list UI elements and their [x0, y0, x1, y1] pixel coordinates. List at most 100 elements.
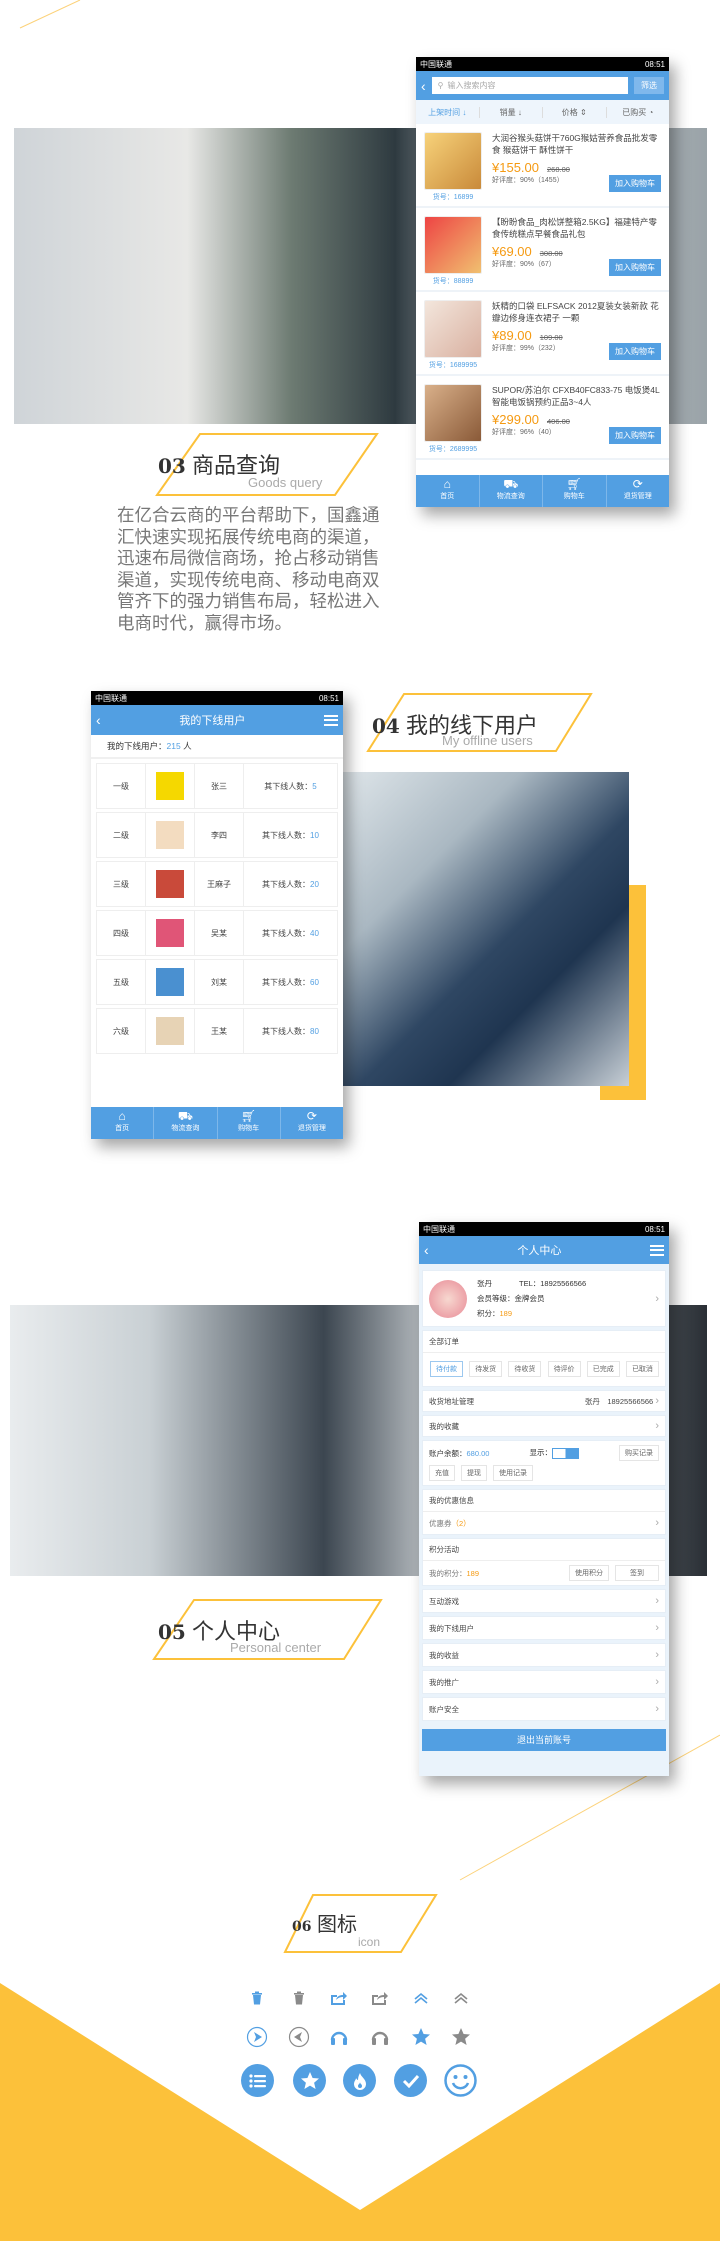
chevron-right-icon: ›: [655, 1649, 659, 1661]
product-title[interactable]: 大润谷猴头菇饼干760G猴姑营养食品批发零食 猴菇饼干 酥性饼干: [492, 132, 661, 156]
downline-count: 5: [312, 781, 317, 791]
product-item[interactable]: 货号：1689995 妖精的口袋 ELFSACK 2012夏装女装新款 花瓣边修…: [416, 292, 669, 376]
downline-label: 其下线人数：: [262, 928, 311, 938]
offline-user-row[interactable]: 一级 张三 其下线人数： 5: [96, 763, 338, 809]
product-item[interactable]: 货号：16899 大润谷猴头菇饼干760G猴姑营养食品批发零食 猴菇饼干 酥性饼…: [416, 124, 669, 208]
use-points-button[interactable]: 使用积分: [569, 1565, 609, 1581]
coupon-row[interactable]: 优惠券（2） ›: [423, 1512, 665, 1534]
product-sku: 货号：88899: [432, 278, 474, 285]
search-icon: ⚲: [437, 81, 444, 90]
sort-sales[interactable]: 销量 ↓: [478, 106, 543, 118]
sort-price[interactable]: 价格 ⇕: [542, 106, 606, 118]
product-item[interactable]: 货号：2689995 SUPOR/苏泊尔 CFXB40FC833-75 电饭煲4…: [416, 376, 669, 460]
menu-icon[interactable]: [323, 714, 338, 726]
product-old-price: 268.00: [547, 165, 570, 174]
product-image: [424, 300, 482, 358]
circle-arrow-right-icon: [242, 2022, 272, 2052]
product-price: ¥89.00: [492, 328, 532, 343]
personal-center-phone: 中国联通 08:51 ‹ 个人中心 张丹 TEL：18925566566 会员等级：金…: [419, 1222, 669, 1776]
product-item[interactable]: 货号：88899 【盼盼食品_肉松饼整箱2.5KG】福建特产零食传统糕点早餐食品…: [416, 208, 669, 292]
nav-home[interactable]: ⌂ 首页: [416, 475, 480, 507]
trash-icon: [284, 1983, 314, 2013]
product-sku: 货号：2689995: [428, 446, 478, 453]
product-title[interactable]: 妖精的口袋 ELFSACK 2012夏装女装新款 花瓣边修身连衣裙子 一颗: [492, 300, 661, 324]
menu-icon[interactable]: [649, 1244, 664, 1256]
product-price: ¥155.00: [492, 160, 539, 175]
back-icon[interactable]: ‹: [424, 1242, 429, 1258]
trash-icon: [242, 1983, 272, 2013]
downline-label: 其下线人数：: [262, 977, 311, 987]
chevron-right-icon: ›: [655, 1292, 659, 1305]
withdraw-button[interactable]: 提现: [461, 1465, 487, 1481]
nav-logistics[interactable]: ⛟ 物流查询: [154, 1107, 218, 1139]
address-row[interactable]: 收货地址管理 张丹 18925566566 ›: [422, 1390, 666, 1412]
offline-user-row[interactable]: 五级 刘某 其下线人数： 60: [96, 959, 338, 1005]
offline-user-row[interactable]: 四级 吴某 其下线人数： 40: [96, 910, 338, 956]
avatar: [156, 821, 184, 849]
star-icon: [446, 2022, 476, 2052]
downline-count: 60: [310, 977, 319, 987]
offline-user-row[interactable]: 六级 王某 其下线人数： 80: [96, 1008, 338, 1054]
show-balance-toggle[interactable]: [551, 1447, 579, 1459]
circle-arrow-left-icon: [284, 2022, 314, 2052]
add-to-cart-button[interactable]: 加入购物车: [609, 343, 661, 360]
nav-returns[interactable]: ⟳ 退货管理: [607, 475, 670, 507]
profile-card[interactable]: 张丹 TEL：18925566566 会员等级：金牌会员 积分：189 ›: [422, 1270, 666, 1327]
usage-record-button[interactable]: 使用记录: [493, 1465, 533, 1481]
menu-row[interactable]: 我的下线用户 ›: [422, 1616, 666, 1640]
truck-icon: ⛟: [177, 1109, 193, 1123]
nav-home[interactable]: ⌂ 首页: [91, 1107, 155, 1139]
downline-label: 其下线人数：: [262, 1026, 311, 1036]
nav-cart[interactable]: 🛒︎ 购物车: [218, 1107, 281, 1139]
purchase-record-button[interactable]: 购买记录: [618, 1445, 659, 1461]
offline-count: 我的下线用户： 215 人: [91, 735, 343, 759]
product-title[interactable]: 【盼盼食品_肉松饼整箱2.5KG】福建特产零食传统糕点早餐食品礼包: [492, 216, 661, 240]
sort-purchased[interactable]: 已购买 ◔: [605, 106, 670, 118]
add-to-cart-button[interactable]: 加入购物车: [609, 427, 661, 444]
product-sku: 货号：1689995: [428, 362, 478, 369]
orders-card: 全部订单 待付款 待发货 待收货 待评价 已完成 已取消: [422, 1330, 666, 1387]
add-to-cart-button[interactable]: 加入购物车: [609, 259, 661, 276]
checkin-button[interactable]: 签到: [615, 1565, 659, 1581]
nav-cart[interactable]: 🛒︎ 购物车: [543, 475, 607, 507]
back-icon[interactable]: ‹: [421, 78, 426, 94]
back-icon[interactable]: ‹: [96, 712, 101, 728]
offline-user-row[interactable]: 二级 李四 其下线人数： 10: [96, 812, 338, 858]
cart-icon: 🛒︎: [241, 1109, 257, 1123]
logout-button[interactable]: 退出当前账号: [422, 1729, 666, 1751]
filter-button[interactable]: 筛选: [634, 77, 664, 94]
search-input[interactable]: ⚲ 输入搜索内容: [431, 77, 628, 94]
recharge-button[interactable]: 充值: [429, 1465, 455, 1481]
order-tab[interactable]: 已完成: [586, 1361, 620, 1377]
favorites-row[interactable]: 我的收藏 ›: [422, 1415, 666, 1437]
product-old-price: 308.00: [539, 249, 563, 258]
menu-row[interactable]: 我的推广 ›: [422, 1670, 666, 1694]
user-level: 六级: [97, 1009, 146, 1053]
menu-row[interactable]: 我的收益 ›: [422, 1643, 666, 1667]
headphones-icon: [365, 2022, 395, 2052]
user-name: 刘某: [195, 960, 244, 1004]
order-tab[interactable]: 待付款: [430, 1361, 463, 1377]
menu-row[interactable]: 互动游戏 ›: [422, 1589, 666, 1613]
order-tab[interactable]: 待发货: [469, 1361, 503, 1377]
downline-label: 其下线人数：: [264, 781, 313, 791]
nav-logistics[interactable]: ⛟ 物流查询: [480, 475, 543, 507]
page-title: 个人中心: [517, 1245, 562, 1257]
product-price: ¥69.00: [492, 244, 532, 259]
star-icon: [293, 2064, 326, 2097]
smiley-icon: [444, 2064, 477, 2097]
section-03-description: 在亿合云商的平台帮助下，国鑫通汇快速实现拓展传统电商的渠道，迅速布局微信商场，抢…: [117, 505, 380, 633]
product-title[interactable]: SUPOR/苏泊尔 CFXB40FC833-75 电饭煲4L智能电饭锅预约正品3…: [492, 384, 661, 408]
refresh-icon: ⟳: [632, 477, 643, 491]
nav-returns[interactable]: ⟳ 退货管理: [281, 1107, 343, 1139]
user-level: 一级: [97, 764, 146, 808]
order-tab[interactable]: 待评价: [547, 1361, 581, 1377]
user-name: 吴某: [195, 911, 244, 955]
product-old-price: 406.00: [547, 417, 570, 426]
menu-row[interactable]: 账户安全 ›: [422, 1697, 666, 1721]
order-tab[interactable]: 已取消: [625, 1361, 659, 1377]
sort-time[interactable]: 上架时间 ↓: [416, 107, 479, 118]
offline-user-row[interactable]: 三级 王麻子 其下线人数： 20: [96, 861, 338, 907]
order-tab[interactable]: 待收货: [508, 1361, 542, 1377]
add-to-cart-button[interactable]: 加入购物车: [609, 175, 661, 192]
